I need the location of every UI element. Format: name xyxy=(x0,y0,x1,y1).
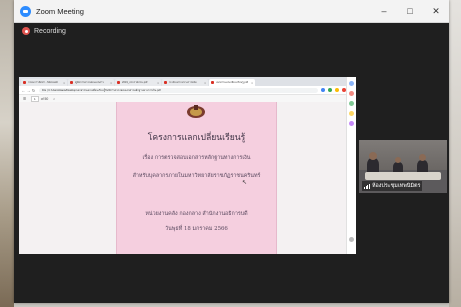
participant-video-tile[interactable]: ห้องประชุมเทพนิมิตร xyxy=(359,140,447,193)
pdf-icon xyxy=(117,81,120,84)
browser-tab[interactable]: กรอบการจัดทำ - Microsoft × xyxy=(21,79,67,86)
participant-head xyxy=(419,154,426,161)
tab-label: 2019_ประกาศกรม.pdf xyxy=(122,80,148,84)
address-bar: ← → ↻ File | C:/Users/Haew/Desktop/เอกสา… xyxy=(19,86,356,95)
close-tab-icon[interactable]: × xyxy=(110,81,112,85)
pdf-page: โครงการแลกเปลี่ยนเรียนรู้ เรื่อง การตรวจ… xyxy=(116,102,277,254)
search-icon[interactable]: ⌕ xyxy=(53,97,55,101)
browser-tab[interactable]: คู่มือการตรวจสอบเอกสาร × xyxy=(68,79,114,86)
url-field[interactable]: File | C:/Users/Haew/Desktop/เอกสาร/แลกเ… xyxy=(39,87,318,93)
pdf-viewer: โครงการแลกเปลี่ยนเรียนรู้ เรื่อง การตรวจ… xyxy=(19,102,347,254)
recording-indicator[interactable]: Recording xyxy=(22,27,66,35)
participant-name-tag: ห้องประชุมเทพนิมิตร xyxy=(362,181,423,191)
participant-head xyxy=(395,157,401,163)
document-audience: สำหรับบุคลากรภายในมหาวิทยาลัยราชภัฏราชนค… xyxy=(132,173,261,179)
pdf-icon xyxy=(164,81,167,84)
pdf-icon xyxy=(70,81,73,84)
browser-tab[interactable]: ระเบียบกระทรวงการคลัง × xyxy=(162,79,208,86)
close-tab-icon[interactable]: × xyxy=(157,81,159,85)
menu-icon[interactable]: ☰ xyxy=(23,97,26,101)
browser-tab-active[interactable]: เอกสารแลกเปลี่ยนเรียนรู้.pdf × xyxy=(209,79,255,86)
mouse-cursor-icon: ↖ xyxy=(242,180,248,186)
page-total: of 50 xyxy=(40,96,49,101)
settings-icon[interactable] xyxy=(349,237,354,242)
pdf-icon xyxy=(23,81,26,84)
tools-icon[interactable] xyxy=(349,101,354,106)
background-photo-right xyxy=(449,0,461,307)
meeting-table xyxy=(365,172,441,180)
zoom-window: Zoom Meeting – □ ✕ Recording กรอบการจัดท… xyxy=(14,0,449,303)
recording-label: Recording xyxy=(34,27,66,35)
page-number-field[interactable]: 1 xyxy=(31,95,39,102)
collections-icon[interactable] xyxy=(349,111,354,116)
tab-label: ระเบียบกระทรวงการคลัง xyxy=(169,80,197,84)
extension-icon[interactable] xyxy=(321,88,325,92)
recording-icon xyxy=(22,27,30,35)
minimize-button[interactable]: – xyxy=(371,0,397,22)
participant-name: ห้องประชุมเทพนิมิตร xyxy=(372,183,421,189)
shared-screen: กรอบการจัดทำ - Microsoft × คู่มือการตรวจส… xyxy=(19,77,356,254)
zoom-logo-icon xyxy=(20,5,31,17)
university-emblem-icon xyxy=(187,105,205,118)
title-bar: Zoom Meeting – □ ✕ xyxy=(14,0,449,23)
window-title: Zoom Meeting xyxy=(36,6,84,16)
tab-label: กรอบการจัดทำ - Microsoft xyxy=(28,80,58,84)
browser-tab[interactable]: 2019_ประกาศกรม.pdf × xyxy=(115,79,161,86)
document-subtitle: เรื่อง การตรวจสอบเอกสารหลักฐานทางการเงิน xyxy=(142,155,251,161)
participant-head xyxy=(369,152,377,160)
search-icon[interactable] xyxy=(349,81,354,86)
reload-icon[interactable]: ↻ xyxy=(31,88,36,93)
close-tab-icon[interactable]: × xyxy=(63,81,65,85)
signal-strength-icon xyxy=(364,183,370,189)
document-title: โครงการแลกเปลี่ยนเรียนรู้ xyxy=(147,133,246,143)
document-organization: หน่วยงานคลัง กองกลาง สำนักงานอธิการบดี xyxy=(145,211,248,217)
browser-tab-bar: กรอบการจัดทำ - Microsoft × คู่มือการตรวจส… xyxy=(19,77,356,86)
tab-label: เอกสารแลกเปลี่ยนเรียนรู้.pdf xyxy=(216,80,248,84)
extension-icon[interactable] xyxy=(335,88,339,92)
maximize-button[interactable]: □ xyxy=(397,0,423,22)
close-tab-icon[interactable]: × xyxy=(204,81,206,85)
close-tab-icon[interactable]: × xyxy=(251,81,253,85)
extension-icon[interactable] xyxy=(328,88,332,92)
pdf-icon xyxy=(211,81,214,84)
browser-sidebar xyxy=(346,77,356,254)
background-photo-left xyxy=(0,0,14,307)
document-date: วันพุธที่ 18 มกราคม 2566 xyxy=(165,226,228,232)
tab-label: คู่มือการตรวจสอบเอกสาร xyxy=(75,80,104,84)
office-icon[interactable] xyxy=(349,121,354,126)
close-button[interactable]: ✕ xyxy=(423,0,449,22)
bookmark-icon[interactable] xyxy=(349,91,354,96)
